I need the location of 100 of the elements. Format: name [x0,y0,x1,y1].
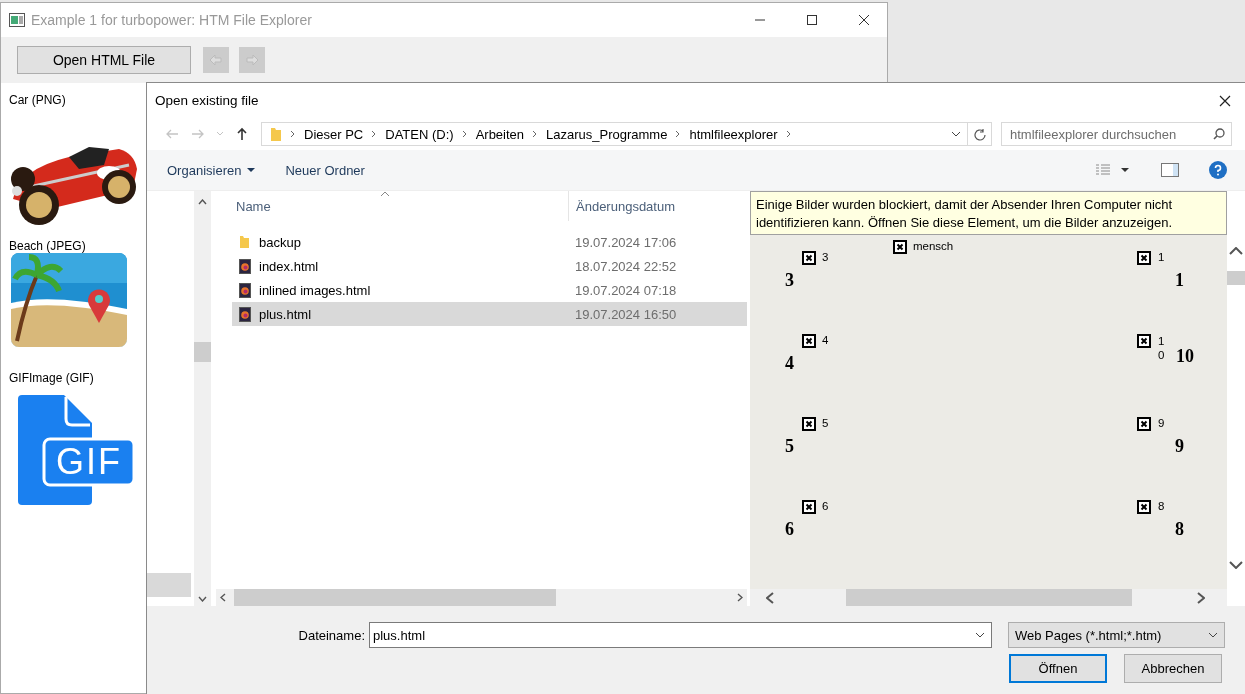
menu-button[interactable]: Organisieren [157,158,266,182]
image-alt-text: 4 [822,334,829,346]
image-alt-text: 9 [1158,417,1165,429]
heading-number: 6 [785,519,795,539]
file-name: inlined images.html [259,282,372,298]
scrollbar-thumb[interactable] [234,589,556,606]
broken-image-icon [802,417,816,431]
file-row[interactable]: inlined images.html 19.07.2024 07:18 [232,278,747,302]
chevron-icon [290,130,296,138]
breadcrumb-item[interactable]: Dieser PC [304,126,364,142]
arrow-icon [165,128,179,140]
image-alt-text: 8 [1158,500,1165,512]
folder-icon [239,235,250,249]
image-alt-text: mensch [913,240,954,252]
breadcrumb-item[interactable]: DATEN (D:) [385,126,454,142]
broken-image-icon [1137,500,1151,514]
scrollbar-thumb[interactable] [846,589,1132,606]
chevron-icon [675,130,682,138]
dialog-title: Open existing file [155,93,259,108]
heading-number: 10 [1176,346,1194,366]
broken-image-icon [802,251,816,265]
file-row[interactable]: index.html 18.07.2024 22:52 [232,254,747,278]
file-name: backup [259,234,302,250]
breadcrumb-item[interactable]: htmlfileexplorer [689,126,778,142]
close-icon[interactable] [858,14,870,26]
arrow-icon [191,128,205,140]
heading-number: 8 [1175,519,1185,539]
app-icon [9,13,25,27]
image-caption: Car (PNG) [9,93,67,107]
file-row[interactable]: plus.html 19.07.2024 16:50 [232,302,747,326]
file-row[interactable]: backup 19.07.2024 17:06 [232,230,747,254]
filename-field[interactable]: plus.html [369,622,992,648]
dropdown-icon [1208,632,1218,638]
address-bar[interactable]: Dieser PC DATEN (D:) Arbeiten Lazarus_Programme htmlfileexplorer [261,122,968,146]
modified-date: 19.07.2024 17:06 [575,234,677,250]
search-field[interactable]: htmlfileexplorer durchsuchen [1001,122,1232,146]
chevron-icon [216,131,224,137]
refresh-icon [973,127,986,141]
image-alt-text: 3 [822,251,829,263]
heading-number: 4 [785,353,795,373]
scrollbar-thumb[interactable] [1227,271,1245,285]
heading-number: 3 [785,270,795,290]
html-file-icon [239,306,251,322]
chevron-icon [461,130,468,138]
modified-date: 18.07.2024 22:52 [575,258,677,274]
broken-image-icon [802,334,816,348]
file-name: index.html [259,258,320,274]
image-alt-text: 5 [822,417,829,429]
file-type-label: GIF [56,443,122,481]
arrow-icon [207,52,225,68]
modified-date: 19.07.2024 07:18 [575,282,677,298]
maximize-icon[interactable] [806,14,818,26]
broken-image-icon [1137,417,1151,431]
image-caption: GIFImage (GIF) [9,371,95,385]
broken-image-icon [1137,251,1151,265]
cancel-button[interactable]: Abbrechen [1124,654,1222,683]
help-icon[interactable] [1209,161,1227,179]
image-alt-text: 1 [1158,251,1165,263]
folder-icon [270,126,282,142]
column-header[interactable]: Änderungsdatum [569,198,675,214]
close-icon[interactable] [1219,94,1231,107]
open-button[interactable]: Öffnen [1009,654,1107,683]
image-alt-text: 6 [822,500,829,512]
file-type-dropdown[interactable]: Web Pages (*.html;*.htm) [1008,622,1225,648]
open-button[interactable]: Open HTML File [17,46,191,74]
html-file-icon [239,258,251,274]
field-label: Dateiname: [297,627,366,643]
scrollbar[interactable] [750,589,1227,606]
chevron-icon [785,130,792,138]
html-file-icon [239,282,251,298]
heading-number: 5 [785,436,795,456]
broken-image-icon [893,240,907,254]
breadcrumb-item[interactable]: Lazarus_Programme [546,126,668,142]
breadcrumb-item[interactable]: Arbeiten [475,126,525,142]
scrollbar-thumb[interactable] [194,342,211,362]
search-icon[interactable] [1213,128,1225,140]
broken-image-icon [1137,334,1151,348]
chevron-icon [371,130,378,138]
image-caption: Beach (JPEG) [9,239,87,253]
image-alt-text: 10 [1158,334,1166,362]
dropdown-icon[interactable] [975,632,985,638]
dropdown-icon[interactable] [1121,167,1129,173]
file-icon [18,395,134,505]
scrollbar[interactable] [216,589,747,606]
arrow-icon [243,52,261,68]
info-bar: Einige Bilder wurden blockiert, damit der Absender Ihren Computer nicht identifizieren kann. Öffnen Sie diese Element, um die Bilder anzuzeigen. [750,191,1227,235]
broken-image-icon [802,500,816,514]
sort-icon [380,191,390,197]
command-button[interactable]: Neuer Ordner [275,158,375,182]
chevron-icon [532,130,539,138]
file-name: plus.html [259,306,313,322]
dropdown-icon[interactable] [951,131,961,137]
arrow-icon [236,127,248,141]
window-title: Example 1 for turbopower: HTM File Explorer [31,12,312,28]
heading-number: 9 [1175,436,1185,456]
modified-date: 19.07.2024 16:50 [575,306,677,322]
refresh-button[interactable] [968,122,992,146]
column-header[interactable]: Name [232,198,568,214]
scrollbar[interactable] [194,191,211,606]
preview-pane-icon[interactable] [1161,163,1179,177]
